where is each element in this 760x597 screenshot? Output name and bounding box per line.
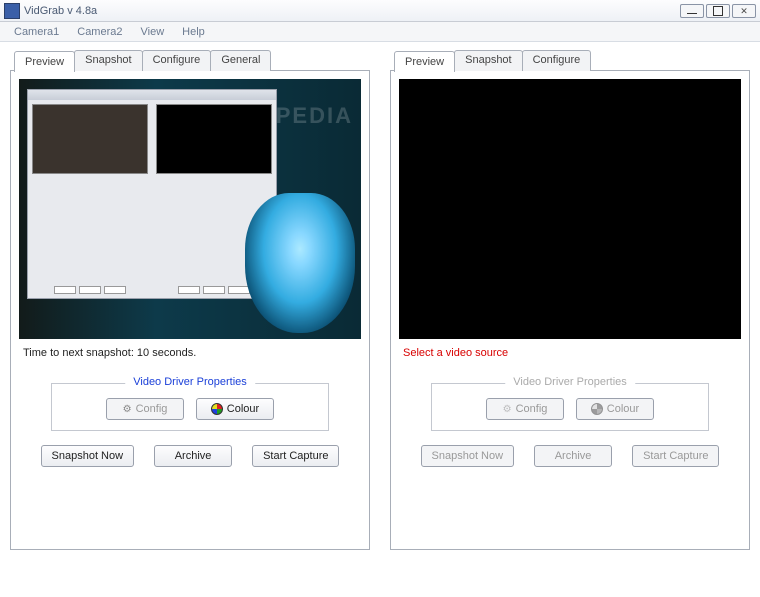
camera1-actions: Snapshot Now Archive Start Capture <box>19 445 361 467</box>
camera1-tabs: Preview Snapshot Configure General <box>14 50 370 71</box>
face-graphic <box>245 193 355 333</box>
camera2-driver-group: Video Driver Properties Config Colour <box>431 383 709 431</box>
start-capture-button[interactable]: Start Capture <box>252 445 339 467</box>
app-icon <box>4 3 20 19</box>
tab-snapshot-2[interactable]: Snapshot <box>454 50 522 71</box>
menu-camera2[interactable]: Camera2 <box>69 24 130 40</box>
colour-wheel-icon <box>211 403 223 415</box>
camera1-driver-group: Video Driver Properties Config Colour <box>51 383 329 431</box>
archive-button[interactable]: Archive <box>154 445 232 467</box>
workspace: Preview Snapshot Configure General SOFTP… <box>0 42 760 595</box>
title-bar: VidGrab v 4.8a <box>0 0 760 22</box>
camera2-tabs: Preview Snapshot Configure <box>394 50 750 71</box>
close-icon <box>740 5 748 17</box>
nested-window-preview <box>27 89 277 299</box>
snapshot-now-button[interactable]: Snapshot Now <box>41 445 135 467</box>
menu-bar: Camera1 Camera2 View Help <box>0 22 760 42</box>
tab-preview[interactable]: Preview <box>14 51 75 72</box>
camera1-group-title: Video Driver Properties <box>125 376 255 388</box>
camera2-panel: Select a video source Video Driver Prope… <box>390 70 750 550</box>
config-button[interactable]: Config <box>106 398 184 420</box>
camera2-group-title: Video Driver Properties <box>505 376 635 388</box>
camera2-video <box>399 79 741 339</box>
colour-wheel-icon <box>591 403 603 415</box>
minimize-icon <box>687 8 697 14</box>
camera2-pane: Preview Snapshot Configure Select a vide… <box>380 42 760 595</box>
colour-label-2: Colour <box>607 403 639 415</box>
maximize-button[interactable] <box>706 4 730 18</box>
camera2-status: Select a video source <box>403 347 737 359</box>
config-label: Config <box>136 403 168 415</box>
menu-help[interactable]: Help <box>174 24 213 40</box>
archive-button-2: Archive <box>534 445 612 467</box>
window-controls <box>680 4 756 18</box>
camera1-pane: Preview Snapshot Configure General SOFTP… <box>0 42 380 595</box>
snapshot-now-button-2: Snapshot Now <box>421 445 515 467</box>
tab-snapshot[interactable]: Snapshot <box>74 50 142 71</box>
tab-configure[interactable]: Configure <box>142 50 212 71</box>
camera1-video: SOFTPEDIA <box>19 79 361 339</box>
config-icon <box>123 403 132 415</box>
close-button[interactable] <box>732 4 756 18</box>
colour-label: Colour <box>227 403 259 415</box>
camera1-status: Time to next snapshot: 10 seconds. <box>23 347 357 359</box>
camera1-panel: SOFTPEDIA Time to next snapshot: 10 seco… <box>10 70 370 550</box>
camera1-scene: SOFTPEDIA <box>19 79 361 339</box>
maximize-icon <box>713 6 723 16</box>
camera2-actions: Snapshot Now Archive Start Capture <box>399 445 741 467</box>
window-title: VidGrab v 4.8a <box>24 5 680 17</box>
menu-camera1[interactable]: Camera1 <box>6 24 67 40</box>
config-button-2: Config <box>486 398 564 420</box>
tab-general[interactable]: General <box>210 50 271 71</box>
tab-configure-2[interactable]: Configure <box>522 50 592 71</box>
menu-view[interactable]: View <box>133 24 173 40</box>
start-capture-button-2: Start Capture <box>632 445 719 467</box>
tab-preview-2[interactable]: Preview <box>394 51 455 72</box>
colour-button[interactable]: Colour <box>196 398 274 420</box>
minimize-button[interactable] <box>680 4 704 18</box>
colour-button-2: Colour <box>576 398 654 420</box>
config-icon <box>503 403 512 415</box>
config-label-2: Config <box>516 403 548 415</box>
